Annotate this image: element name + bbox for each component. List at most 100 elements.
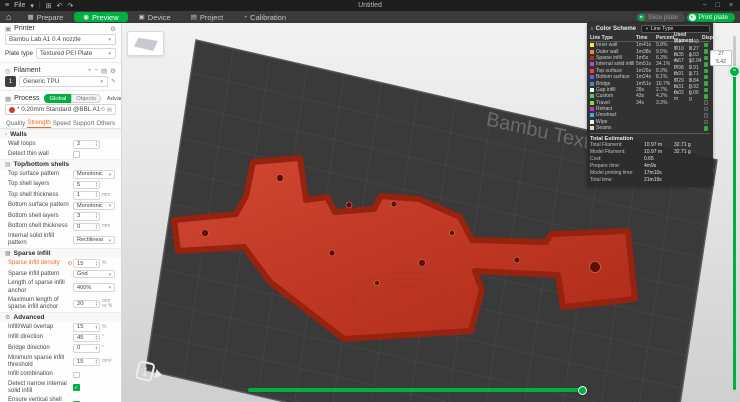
setting-select[interactable]: Monotonic ▼ <box>73 170 115 179</box>
process-mode-objects[interactable]: Objects <box>71 94 101 103</box>
printer-preset-select[interactable]: Bambu Lab A1 0.4 nozzle ▼ <box>5 34 116 45</box>
process-tab-quality[interactable]: Quality <box>6 120 25 128</box>
line-type-percent: 3.3% <box>656 99 668 106</box>
display-checkbox[interactable] <box>703 119 709 125</box>
stepper-arrows-icon[interactable]: ▲ ▼ <box>95 301 98 307</box>
chevron-down-icon[interactable]: ▾ <box>30 2 34 10</box>
tab-project[interactable]: ▤ Project <box>182 12 233 22</box>
setting-input[interactable]: 20 ▲ ▼ <box>73 299 100 309</box>
minimize-icon[interactable]: − <box>703 2 707 9</box>
filament-preset-select[interactable]: Generic TPU ▼ <box>19 76 108 87</box>
layer-slider-track-upper[interactable] <box>733 36 736 70</box>
tab-calibration[interactable]: ◔ Calibration <box>234 12 295 22</box>
display-checkbox[interactable] <box>703 113 709 118</box>
plate-type-select[interactable]: Textured PEI Plate ▼ <box>36 48 116 59</box>
slice-plate-button[interactable]: ▸ Slice plate <box>636 12 685 22</box>
setting-input[interactable]: 0 ▲ ▼ <box>73 344 100 353</box>
setting-select[interactable]: Monotonic ▼ <box>73 201 115 210</box>
process-tab-support[interactable]: Support <box>73 120 95 128</box>
process-tab-speed[interactable]: Speed <box>53 120 71 128</box>
filament-slot-chip[interactable]: 1 <box>5 76 16 87</box>
maximize-icon[interactable]: □ <box>716 2 720 9</box>
filament-settings-gear-icon[interactable]: ⚙ <box>110 67 116 75</box>
setting-checkbox[interactable] <box>73 151 80 158</box>
remove-filament-icon[interactable]: − <box>94 67 98 75</box>
stepper-arrows-icon[interactable]: ▲ ▼ <box>95 324 98 331</box>
home-icon[interactable]: ⌂ <box>6 12 11 22</box>
total-value-2: 32.71 g <box>674 148 691 155</box>
app-menu-icon[interactable]: ≡ <box>5 2 9 9</box>
display-checkbox[interactable] <box>703 81 709 86</box>
close-icon[interactable]: × <box>729 2 733 9</box>
stepper-arrows-icon[interactable]: ▲ ▼ <box>95 213 98 219</box>
layer-slider-handle[interactable]: = <box>729 66 740 77</box>
print-plate-button[interactable]: ▸ Print plate <box>686 12 735 22</box>
display-checkbox[interactable] <box>703 94 709 99</box>
setting-input[interactable]: 15 ▲ ▼ <box>73 357 100 367</box>
setting-checkbox[interactable]: ✓ <box>73 384 80 391</box>
collapse-panel-icon[interactable]: ∧ <box>590 26 594 32</box>
process-tab-others[interactable]: Others <box>96 120 115 128</box>
process-preset-select[interactable]: * 0.20mm Standard @BBL A1 ⟲ ▤ <box>5 104 116 115</box>
stepper-arrows-icon[interactable]: ▲ ▼ <box>95 181 98 188</box>
process-tab-strength[interactable]: Strength <box>27 119 51 128</box>
filament-list-icon[interactable]: ▤ <box>101 67 107 75</box>
display-checkbox[interactable] <box>703 49 709 54</box>
setting-input[interactable]: 5 ▲ ▼ <box>73 180 100 189</box>
reset-preset-icon[interactable]: ⟲ <box>100 107 105 113</box>
display-checkbox[interactable] <box>703 87 709 93</box>
line-type-name: Custom <box>596 93 614 100</box>
setting-input[interactable]: 2 ▲ ▼ <box>73 140 100 149</box>
setting-input[interactable]: 1 ▲ ▼ <box>73 191 100 200</box>
setting-checkbox[interactable] <box>73 371 80 378</box>
filament-edit-icon[interactable]: ✎ <box>111 78 116 85</box>
stepper-arrows-icon[interactable]: ▲ ▼ <box>95 223 98 230</box>
stepper-arrows-icon[interactable]: ▲ ▼ <box>95 335 98 341</box>
stepper-arrows-icon[interactable]: ▲ ▼ <box>95 359 98 365</box>
add-filament-icon[interactable]: + <box>87 67 91 75</box>
redo-icon[interactable]: ↷ <box>67 2 73 10</box>
setting-select[interactable]: 400% ▼ <box>73 283 115 292</box>
tab-device[interactable]: ▣ Device <box>130 12 180 22</box>
revert-icon[interactable]: ⟲ <box>67 261 72 267</box>
display-checkbox[interactable] <box>703 106 709 112</box>
setting-input[interactable]: 3 ▲ ▼ <box>73 212 100 221</box>
display-checkbox[interactable] <box>703 42 709 48</box>
tab-prepare[interactable]: ▦ Prepare <box>18 12 72 22</box>
stepper-arrows-icon[interactable]: ▲ ▼ <box>95 141 98 147</box>
stepper-arrows-icon[interactable]: ▲ ▼ <box>95 345 98 352</box>
process-preset-value: * 0.20mm Standard @BBL A1 <box>17 106 101 113</box>
setting-select[interactable]: Grid ▼ <box>73 269 115 279</box>
undo-icon[interactable]: ↶ <box>57 2 63 10</box>
printer-settings-gear-icon[interactable]: ⚙ <box>110 25 116 33</box>
settings-group-header[interactable]: ▦ Sparse infill <box>0 248 121 259</box>
settings-group-header[interactable]: ▫ Walls <box>0 129 121 139</box>
display-checkbox[interactable] <box>703 68 709 73</box>
stepper-arrows-icon[interactable]: ▲ ▼ <box>95 192 98 198</box>
setting-select[interactable]: Rectilinear ▼ <box>73 235 115 245</box>
filament-preset-value: Generic TPU <box>23 78 60 85</box>
tab-label: Device <box>147 12 171 22</box>
stepper-arrows-icon[interactable]: ▲ ▼ <box>95 260 98 267</box>
display-checkbox[interactable] <box>703 100 709 105</box>
display-checkbox[interactable] <box>703 74 709 80</box>
display-checkbox[interactable] <box>703 126 709 131</box>
file-menu[interactable]: File <box>14 2 25 9</box>
setting-input[interactable]: 15 ▲ ▼ <box>73 259 100 268</box>
step-slider-handle[interactable] <box>578 385 587 395</box>
tab-preview[interactable]: ◉ Preview <box>74 12 128 22</box>
settings-group-header[interactable]: ⚙ Advanced <box>0 312 121 323</box>
setting-input[interactable]: 0 ▲ ▼ <box>73 222 100 231</box>
display-checkbox[interactable] <box>703 55 709 61</box>
plate-thumbnail-widget[interactable] <box>127 31 164 56</box>
layer-slider-track[interactable] <box>733 70 736 390</box>
process-mode-global[interactable]: Global <box>44 94 72 103</box>
save-icon[interactable]: ⊞ <box>46 2 52 10</box>
step-slider-track[interactable] <box>248 388 586 392</box>
setting-input[interactable]: 45 ▲ ▼ <box>73 333 100 343</box>
setting-input[interactable]: 15 ▲ ▼ <box>73 323 100 332</box>
display-checkbox[interactable] <box>703 62 709 67</box>
settings-group-header[interactable]: ▤ Top/bottom shells <box>0 159 121 169</box>
total-estimation-body: Total Filament: 10.97 m 32.71 g Model Filam… <box>590 141 710 183</box>
preset-menu-icon[interactable]: ▤ <box>107 107 112 113</box>
